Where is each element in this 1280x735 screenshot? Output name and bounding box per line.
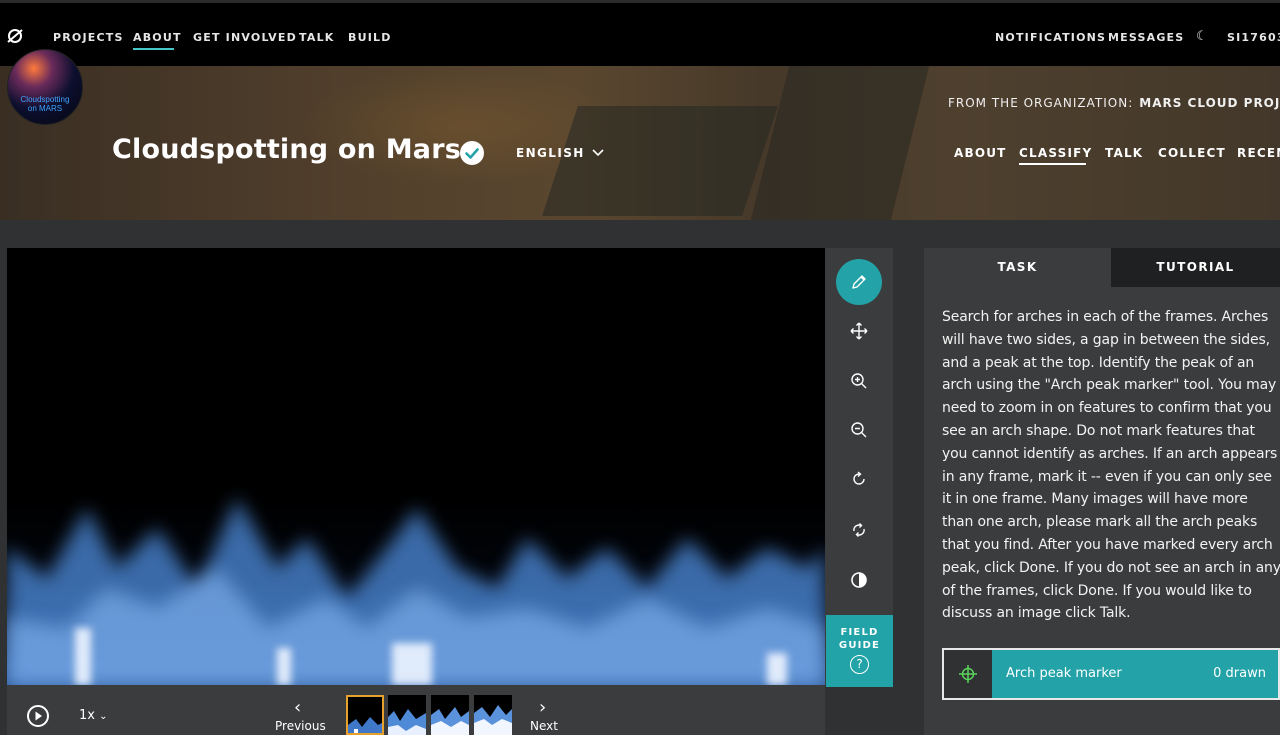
frame-thumbnail-4[interactable] — [474, 695, 512, 735]
reset-icon[interactable] — [836, 507, 882, 553]
arch-peak-marker-tool[interactable]: Arch peak marker 0 drawn — [942, 648, 1280, 700]
frame-thumbnail-1[interactable] — [346, 695, 384, 735]
avatar-text-line2: on MARS — [27, 104, 63, 113]
task-tabs: TASK TUTORIAL — [924, 248, 1280, 287]
top-navigation: PROJECTS ABOUT GET INVOLVED TALK BUILD N… — [0, 0, 1280, 66]
subject-image[interactable] — [7, 248, 825, 685]
nav-talk[interactable]: TALK — [299, 31, 335, 44]
crosshair-icon — [944, 650, 992, 698]
next-button[interactable]: Next — [530, 719, 558, 733]
tool-drawn-count: 0 drawn — [1213, 666, 1266, 681]
invert-icon[interactable] — [836, 557, 882, 603]
move-icon[interactable] — [836, 308, 882, 354]
play-icon — [35, 711, 42, 721]
project-nav-collect[interactable]: COLLECT — [1158, 146, 1226, 160]
classify-active-underline — [1019, 163, 1086, 165]
play-button[interactable] — [27, 705, 49, 727]
nav-user-menu[interactable]: SI17603 — [1227, 31, 1280, 44]
previous-chevron-icon[interactable]: ‹ — [294, 697, 301, 718]
tool-name: Arch peak marker — [1006, 666, 1122, 681]
chevron-down-icon[interactable] — [591, 146, 605, 160]
playback-speed-select[interactable]: 1x ⌄ — [79, 708, 108, 723]
nav-get-involved[interactable]: GET INVOLVED — [193, 31, 297, 44]
frame-thumbnail-3[interactable] — [431, 695, 469, 735]
subject-image-viewer[interactable] — [7, 248, 825, 685]
chevron-down-icon: ⌄ — [99, 711, 108, 722]
nav-projects[interactable]: PROJECTS — [53, 31, 124, 44]
project-nav-talk[interactable]: TALK — [1105, 146, 1143, 160]
nav-active-underline — [133, 48, 174, 50]
frame-controls: 1x ⌄ ‹ Previous › Next — [7, 685, 825, 735]
playback-speed-value: 1x — [79, 708, 95, 723]
organization-link[interactable]: FROM THE ORGANIZATION: MARS CLOUD PROJEC — [948, 96, 1280, 110]
project-nav-classify[interactable]: CLASSIFY — [1019, 146, 1092, 160]
zoom-in-icon[interactable] — [836, 358, 882, 404]
language-select[interactable]: ENGLISH — [516, 146, 585, 160]
previous-button[interactable]: Previous — [275, 719, 326, 733]
project-nav-about[interactable]: ABOUT — [954, 146, 1007, 160]
avatar-text-line1: Cloudspotting — [20, 95, 70, 104]
project-nav-recents[interactable]: RECEN — [1237, 146, 1280, 160]
next-chevron-icon[interactable]: › — [539, 697, 546, 718]
frame-thumbnail-2[interactable] — [388, 695, 426, 735]
question-icon: ? — [850, 655, 869, 674]
nav-messages[interactable]: MESSAGES — [1108, 31, 1184, 44]
field-guide-label-1: FIELD — [840, 627, 879, 638]
zoom-out-icon[interactable] — [836, 407, 882, 453]
tab-task[interactable]: TASK — [924, 248, 1111, 287]
field-guide-label-2: GUIDE — [838, 640, 881, 651]
rotate-icon[interactable] — [836, 456, 882, 502]
field-guide-button[interactable]: FIELD GUIDE ? — [826, 615, 893, 687]
pencil-icon[interactable] — [836, 259, 882, 305]
project-avatar[interactable]: Cloudspotting on MARS — [7, 49, 83, 125]
nav-build[interactable]: BUILD — [348, 31, 392, 44]
tab-tutorial[interactable]: TUTORIAL — [1111, 248, 1280, 287]
moon-icon[interactable]: ☾ — [1196, 29, 1209, 44]
nav-notifications[interactable]: NOTIFICATIONS — [995, 31, 1106, 44]
zooniverse-logo-icon[interactable] — [6, 27, 24, 45]
nav-about[interactable]: ABOUT — [133, 31, 182, 44]
verified-check-icon — [460, 141, 484, 165]
task-instructions: Search for arches in each of the frames.… — [942, 309, 1280, 622]
project-title[interactable]: Cloudspotting on Mars — [112, 134, 461, 165]
organization-name: MARS CLOUD PROJEC — [1139, 96, 1280, 110]
organization-prefix: FROM THE ORGANIZATION: — [948, 96, 1134, 110]
